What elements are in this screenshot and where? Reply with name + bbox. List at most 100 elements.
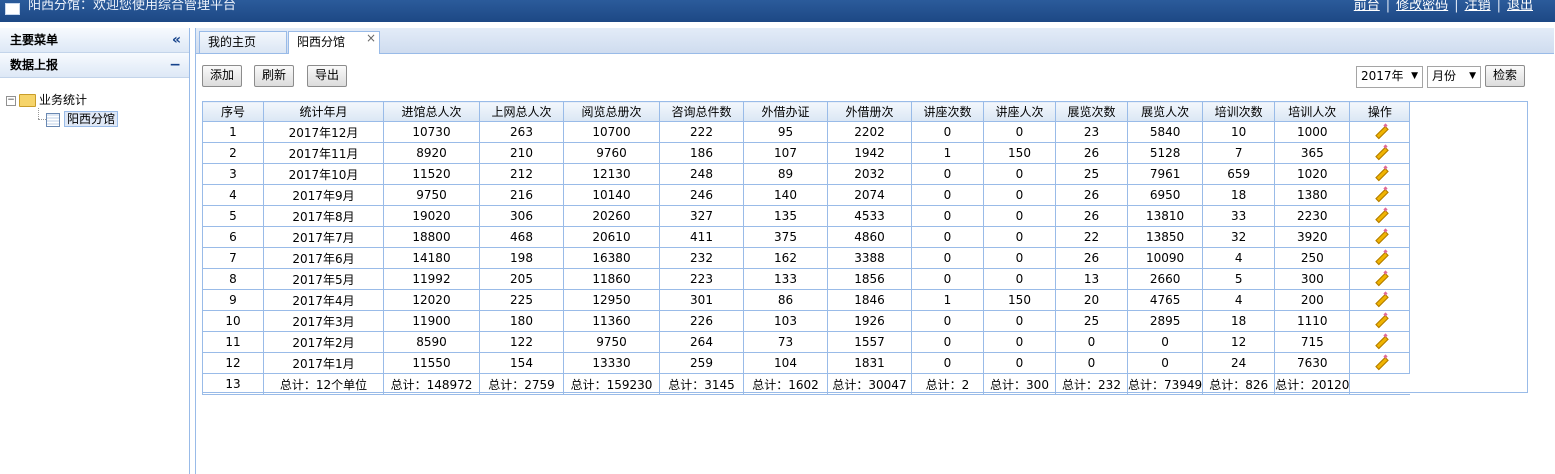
table-cell: 1: [202, 121, 264, 143]
pencil-icon[interactable]: [1373, 230, 1387, 242]
section-title: 数据上报: [10, 58, 59, 72]
pencil-icon[interactable]: [1373, 146, 1387, 158]
table-cell: 9: [202, 289, 264, 311]
total-cell: 总计：826: [1202, 373, 1276, 395]
table-cell: 2074: [827, 184, 912, 206]
toolbar: 添加 刷新 导出 2017年 ▼ 月份 ▼ 检索: [196, 54, 1554, 99]
total-row: 13 总计：12个单位 总计：148972 总计：2759 总计：159230 总计：31…: [202, 373, 1410, 395]
action-cell: [1349, 247, 1411, 269]
search-button[interactable]: 检索: [1485, 65, 1526, 87]
table-cell: 23: [1055, 121, 1128, 143]
table-cell: 264: [659, 331, 744, 353]
year-select[interactable]: 2017年 ▼: [1356, 66, 1423, 88]
action-cell: [1349, 163, 1411, 185]
pencil-icon[interactable]: [1373, 293, 1387, 305]
table-cell: 11992: [383, 268, 480, 290]
table-cell: 2017年9月: [263, 184, 384, 206]
table-cell: 16380: [563, 247, 660, 269]
column-header: 讲座次数: [911, 101, 984, 122]
table-cell: 11360: [563, 310, 660, 332]
table-cell: 0: [1126, 331, 1204, 353]
table-cell: 2017年7月: [263, 226, 384, 248]
table-cell: 2017年8月: [263, 205, 384, 227]
tree-node-yangxi[interactable]: 阳西分馆: [46, 111, 119, 127]
total-cell: 总计：2: [911, 373, 984, 395]
table-cell: 20: [1055, 289, 1128, 311]
table-cell: 11: [202, 331, 264, 353]
table-cell: 1: [911, 289, 984, 311]
table-cell: 222: [659, 121, 744, 143]
month-select[interactable]: 月份 ▼: [1427, 66, 1481, 88]
table-cell: 3388: [827, 247, 912, 269]
table-cell: 180: [479, 310, 564, 332]
main-menu-title: 主要菜单: [10, 33, 59, 47]
table-cell: 1856: [827, 268, 912, 290]
pencil-icon[interactable]: [1373, 125, 1387, 137]
table-cell: 306: [479, 205, 564, 227]
table-cell: 210: [479, 142, 564, 164]
table-cell: 2032: [827, 163, 912, 185]
table-cell: 1380: [1274, 184, 1351, 206]
year-select-value: 2017年: [1361, 69, 1404, 83]
link-separator: |: [1385, 0, 1391, 13]
pencil-icon[interactable]: [1373, 209, 1387, 221]
pencil-icon[interactable]: [1373, 251, 1387, 263]
link-logout[interactable]: 注销: [1465, 0, 1491, 13]
refresh-button[interactable]: 刷新: [254, 65, 295, 87]
tree-node-business-stats[interactable]: − 业务统计: [6, 92, 87, 108]
table-cell: 0: [911, 226, 984, 248]
total-cell: 总计：3145: [659, 373, 744, 395]
table-cell: 8590: [383, 331, 480, 353]
pencil-icon[interactable]: [1373, 188, 1387, 200]
app-window-icon: [5, 3, 20, 15]
table-cell: 2017年2月: [263, 331, 384, 353]
pencil-icon[interactable]: [1373, 314, 1387, 326]
collapse-section-icon[interactable]: −: [169, 53, 181, 77]
action-cell: [1349, 205, 1411, 227]
dropdown-arrow-icon: ▼: [1469, 71, 1476, 81]
add-button[interactable]: 添加: [202, 65, 243, 87]
action-cell: [1349, 289, 1411, 311]
column-header: 统计年月: [263, 101, 384, 122]
table-row: 12 2017年1月 11550 154 13330 259 104 1831 0 0 0 0 24 76…: [202, 352, 1411, 374]
table-row: 3 2017年10月 11520 212 12130 248 89 2032 0 0 25 7961 6…: [202, 163, 1411, 185]
table-cell: 0: [983, 121, 1056, 143]
table-cell: 107: [743, 142, 828, 164]
table-cell: 186: [659, 142, 744, 164]
total-cell: 总计：20120: [1274, 373, 1351, 395]
total-cell: 总计：12个单位: [263, 373, 384, 395]
column-header: 培训人次: [1274, 101, 1351, 122]
table-cell: 10700: [563, 121, 660, 143]
main-panel: 我的主页 阳西分馆 × 添加 刷新 导出 2017年 ▼ 月份 ▼ 检索 序号 统计年…: [195, 28, 1554, 474]
pencil-icon[interactable]: [1373, 272, 1387, 284]
table-cell: 12130: [563, 163, 660, 185]
table-cell: 8: [202, 268, 264, 290]
pencil-icon[interactable]: [1373, 356, 1387, 368]
table-cell: 122: [479, 331, 564, 353]
export-button[interactable]: 导出: [307, 65, 348, 87]
table-cell: 89: [743, 163, 828, 185]
table-row: 4 2017年9月 9750 216 10140 246 140 2074 0 0 26 6950 18…: [202, 184, 1411, 206]
tab-yangxi[interactable]: 阳西分馆 ×: [288, 31, 380, 54]
close-tab-icon[interactable]: ×: [366, 28, 376, 48]
tree-collapse-icon[interactable]: −: [6, 95, 16, 106]
app-title: 阳西分馆：欢迎您使用综合管理平台: [28, 0, 237, 13]
table-cell: 300: [1274, 268, 1351, 290]
collapse-sidebar-icon[interactable]: «: [172, 28, 181, 52]
table-cell: 2017年3月: [263, 310, 384, 332]
table-cell: 3920: [1274, 226, 1351, 248]
table-cell: 9750: [563, 331, 660, 353]
table-cell: 14180: [383, 247, 480, 269]
link-exit[interactable]: 退出: [1507, 0, 1533, 13]
link-change-password[interactable]: 修改密码: [1396, 0, 1448, 13]
column-header: 阅览总册次: [563, 101, 660, 122]
link-frontend[interactable]: 前台: [1354, 0, 1380, 13]
table-cell: 140: [743, 184, 828, 206]
pencil-icon[interactable]: [1373, 335, 1387, 347]
tab-home[interactable]: 我的主页: [199, 31, 287, 53]
table-cell: 22: [1055, 226, 1128, 248]
pencil-icon[interactable]: [1373, 167, 1387, 179]
column-header: 展览次数: [1055, 101, 1128, 122]
month-select-value: 月份: [1432, 69, 1457, 83]
section-header[interactable]: 数据上报 −: [0, 53, 189, 78]
